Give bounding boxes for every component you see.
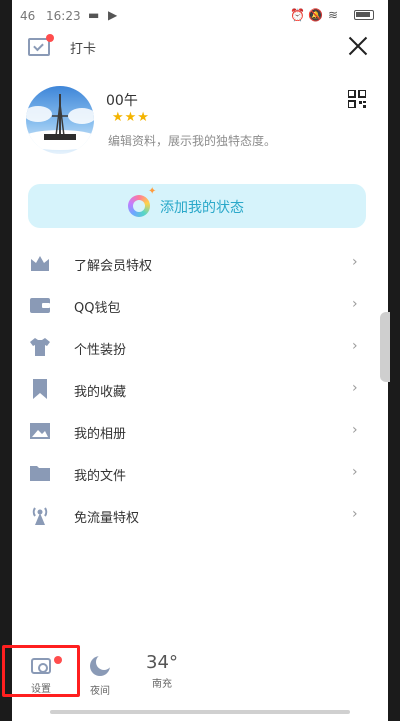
- edge-handle[interactable]: [380, 312, 390, 382]
- menu-item-free-data[interactable]: 免流量特权 ›: [12, 495, 388, 537]
- bookmark-icon: [33, 379, 47, 399]
- chevron-right-icon: ›: [352, 380, 358, 396]
- signal-tower-icon: [32, 507, 48, 525]
- menu-item-qq-wallet[interactable]: QQ钱包 ›: [12, 285, 388, 327]
- signature-text[interactable]: 编辑资料，展示我的独特态度。: [108, 132, 276, 149]
- chevron-right-icon: ›: [352, 338, 358, 354]
- menu-item-label: 免流量特权: [74, 511, 140, 526]
- night-mode-label: 夜间: [90, 686, 110, 697]
- wifi-icon: ≋: [328, 8, 339, 22]
- chevron-right-icon: ›: [352, 464, 358, 480]
- status-ring-icon: [128, 195, 150, 217]
- menu-item-favorites[interactable]: 我的收藏 ›: [12, 369, 388, 411]
- add-status-button[interactable]: ✦ 添加我的状态: [28, 184, 366, 228]
- mute-icon: 🔕: [308, 8, 323, 22]
- weather-temperature: 34°: [146, 652, 178, 673]
- weather-widget[interactable]: 34° 南充: [140, 640, 184, 690]
- status-time: 16:23: [46, 9, 81, 23]
- avatar-image: [26, 94, 94, 150]
- moon-icon: [90, 654, 112, 676]
- avatar[interactable]: [26, 86, 94, 154]
- menu-item-label: 个性装扮: [74, 343, 127, 358]
- weather-city: 南充: [152, 679, 172, 690]
- menu-item-files[interactable]: 我的文件 ›: [12, 453, 388, 495]
- home-indicator: [50, 710, 350, 714]
- menu-item-label: 我的收藏: [74, 385, 127, 400]
- drawer-screen: 46 16:23 ▬ ▶ ⏰ 🔕 ≋ 打卡 00午 ★★★ 编辑资料，展示我的独…: [2, 0, 388, 721]
- chevron-right-icon: ›: [352, 422, 358, 438]
- device-frame-left: [0, 0, 12, 721]
- chevron-right-icon: ›: [352, 254, 358, 270]
- video-camera-icon: ▶: [108, 8, 118, 22]
- crown-icon: [31, 256, 49, 271]
- folder-icon: [30, 466, 50, 481]
- level-stars: ★★★: [112, 110, 150, 125]
- close-icon[interactable]: [346, 34, 370, 58]
- highlight-annotation: [2, 645, 80, 697]
- checkin-label[interactable]: 打卡: [70, 38, 96, 57]
- chevron-right-icon: ›: [352, 506, 358, 522]
- menu-item-label: 我的相册: [74, 427, 127, 442]
- menu-item-personalization[interactable]: 个性装扮 ›: [12, 327, 388, 369]
- wallet-icon: [30, 298, 50, 313]
- photo-icon: [30, 423, 50, 439]
- alarm-icon: ⏰: [290, 8, 305, 22]
- signal-indicator: 46: [20, 9, 36, 23]
- night-mode-button[interactable]: 夜间: [82, 640, 118, 697]
- status-bar: 46 16:23 ▬ ▶ ⏰ 🔕 ≋: [12, 0, 388, 32]
- sparkle-icon: ✦: [148, 186, 157, 197]
- menu-item-label: 我的文件: [74, 469, 127, 484]
- notification-dot: [46, 34, 54, 42]
- add-status-label: 添加我的状态: [160, 200, 244, 216]
- qr-code-icon[interactable]: [348, 90, 366, 108]
- tshirt-icon: [30, 338, 50, 356]
- menu-item-vip-privileges[interactable]: 了解会员特权 ›: [12, 243, 388, 285]
- video-camera-icon: ▬: [88, 8, 100, 22]
- nickname[interactable]: 00午: [106, 90, 138, 110]
- menu-item-albums[interactable]: 我的相册 ›: [12, 411, 388, 453]
- menu-item-label: 了解会员特权: [74, 259, 153, 274]
- chevron-right-icon: ›: [352, 296, 358, 312]
- menu-item-label: QQ钱包: [74, 301, 121, 316]
- battery-icon: [354, 10, 374, 20]
